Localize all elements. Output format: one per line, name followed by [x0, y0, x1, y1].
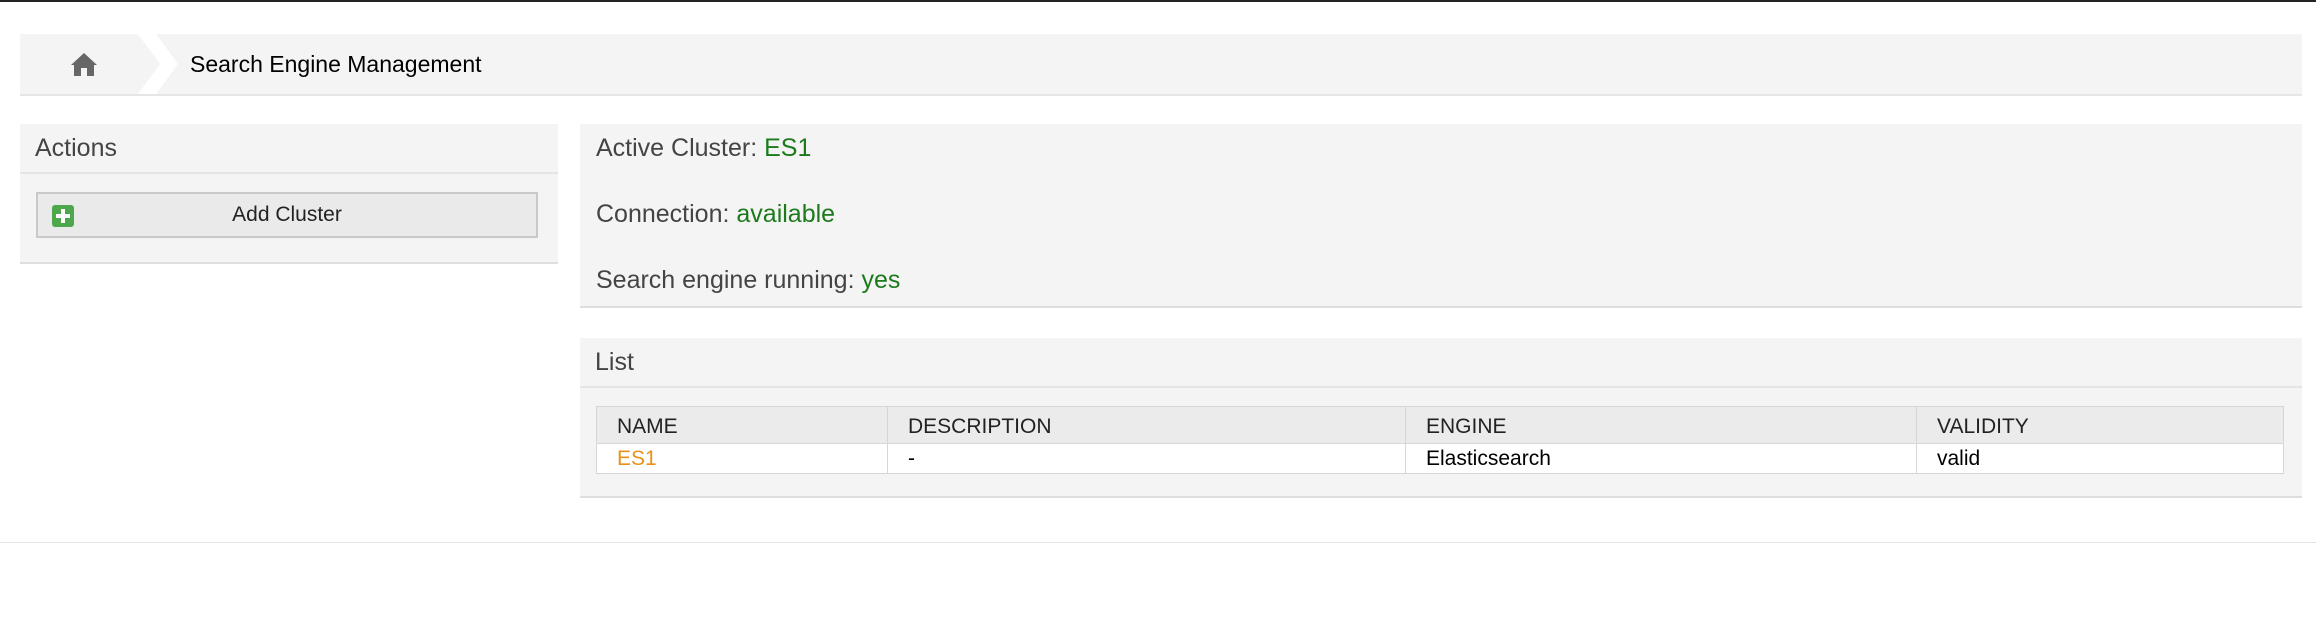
engine-running-value: yes: [861, 266, 901, 294]
connection-label: Connection:: [596, 200, 730, 228]
actions-header: Actions: [20, 124, 558, 174]
breadcrumb-separator: [138, 34, 178, 94]
home-icon: [71, 53, 97, 76]
cluster-table: NAME DESCRIPTION ENGINE VALIDITY ES1 - E…: [596, 406, 2284, 474]
cluster-status-panel: Active Cluster: ES1 Connection: availabl…: [580, 124, 2302, 308]
engine-running-label: Search engine running:: [596, 266, 855, 294]
cell-name: ES1: [596, 443, 888, 474]
top-border: [0, 0, 2316, 2]
page-title: Search Engine Management: [190, 51, 482, 77]
active-cluster-line: Active Cluster: ES1: [596, 132, 811, 164]
connection-value: available: [736, 200, 836, 228]
breadcrumb: Search Engine Management: [20, 34, 2302, 96]
actions-panel: Actions Add Cluster: [20, 124, 558, 264]
table-header-row: NAME DESCRIPTION ENGINE VALIDITY: [596, 406, 2284, 444]
add-cluster-button[interactable]: Add Cluster: [36, 192, 538, 238]
home-link[interactable]: [20, 34, 148, 94]
active-cluster-label: Active Cluster:: [596, 134, 758, 162]
cell-engine: Elasticsearch: [1405, 443, 1917, 474]
add-cluster-label: Add Cluster: [232, 203, 342, 226]
footer-divider: [0, 542, 2316, 543]
cluster-list-panel: List NAME DESCRIPTION ENGINE VALIDITY ES…: [580, 338, 2302, 498]
list-header: List: [580, 338, 2302, 388]
column-header-engine[interactable]: ENGINE: [1405, 406, 1917, 444]
connection-line: Connection: available: [596, 198, 835, 230]
column-header-description[interactable]: DESCRIPTION: [887, 406, 1406, 444]
column-header-validity[interactable]: VALIDITY: [1916, 406, 2284, 444]
engine-running-line: Search engine running: yes: [596, 264, 900, 296]
cell-validity: valid: [1916, 443, 2284, 474]
column-header-name[interactable]: NAME: [596, 406, 888, 444]
cluster-name-link[interactable]: ES1: [617, 447, 657, 470]
table-row[interactable]: ES1 - Elasticsearch valid: [596, 443, 2284, 474]
active-cluster-value: ES1: [764, 134, 812, 162]
cell-description: -: [887, 443, 1406, 474]
